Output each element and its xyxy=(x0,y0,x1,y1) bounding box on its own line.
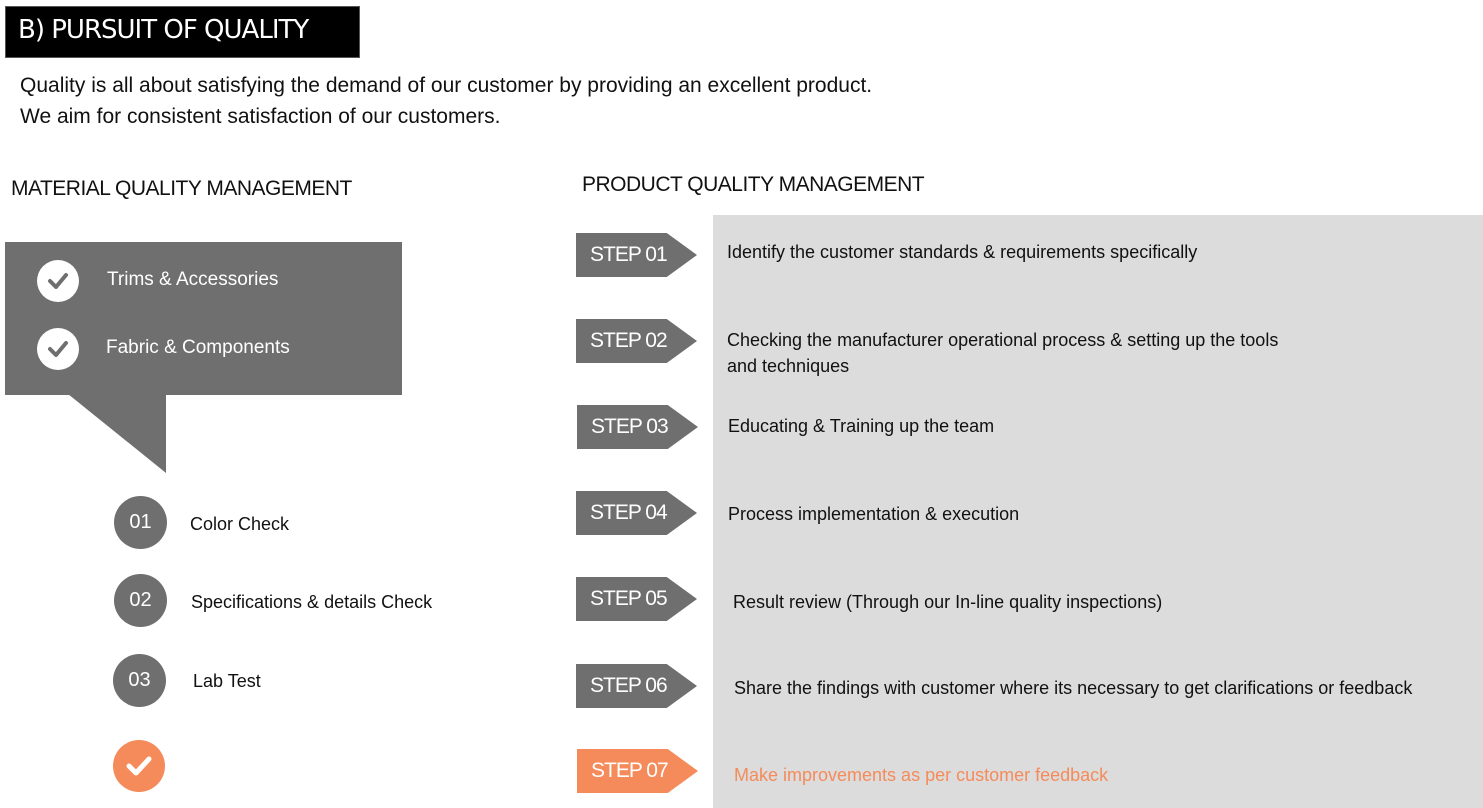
page-title: B) PURSUIT OF QUALITY xyxy=(18,15,309,45)
step-text-06: Share the findings with customer where i… xyxy=(734,678,1413,698)
callout-item-fabric: Fabric & Components xyxy=(106,337,290,358)
step-tag-07: STEP 07 xyxy=(577,749,698,793)
step-tag-02: STEP 02 xyxy=(576,319,697,363)
step-text-04: Process implementation & execution xyxy=(728,504,1020,524)
step-tag-06: STEP 06 xyxy=(576,664,697,708)
check-icon xyxy=(37,260,79,302)
step-tag-04: STEP 04 xyxy=(576,491,697,535)
step-text-02-line-1: Checking the manufacturer operational pr… xyxy=(727,330,1279,350)
material-heading: MATERIAL QUALITY MANAGEMENT xyxy=(11,177,352,200)
check-label-lab-test: Lab Test xyxy=(193,671,261,691)
step-tag-05: STEP 05 xyxy=(576,577,697,621)
check-number-02: 02 xyxy=(114,574,167,627)
intro-line-2: We aim for consistent satisfaction of ou… xyxy=(20,105,501,128)
step-text-03: Educating & Training up the team xyxy=(728,416,995,436)
product-heading: PRODUCT QUALITY MANAGEMENT xyxy=(582,173,925,196)
step-text-01: Identify the customer standards & requir… xyxy=(727,242,1198,262)
step-tag-01: STEP 01 xyxy=(576,233,697,277)
step-text-02-line-2: and techniques xyxy=(727,356,850,376)
step-tag-03: STEP 03 xyxy=(577,405,698,449)
intro-line-1: Quality is all about satisfying the dema… xyxy=(20,74,873,97)
check-label-specifications: Specifications & details Check xyxy=(191,592,433,612)
step-text-02: Checking the manufacturer operational pr… xyxy=(727,327,1278,379)
step-text-07: Make improvements as per customer feedba… xyxy=(734,765,1109,785)
check-label-color: Color Check xyxy=(190,514,290,534)
check-number-03: 03 xyxy=(113,654,166,707)
step-text-05: Result review (Through our In-line quali… xyxy=(733,592,1163,612)
callout-item-trims: Trims & Accessories xyxy=(107,269,279,290)
check-icon xyxy=(37,328,79,370)
check-number-01: 01 xyxy=(114,496,167,549)
done-check-icon xyxy=(113,740,165,792)
